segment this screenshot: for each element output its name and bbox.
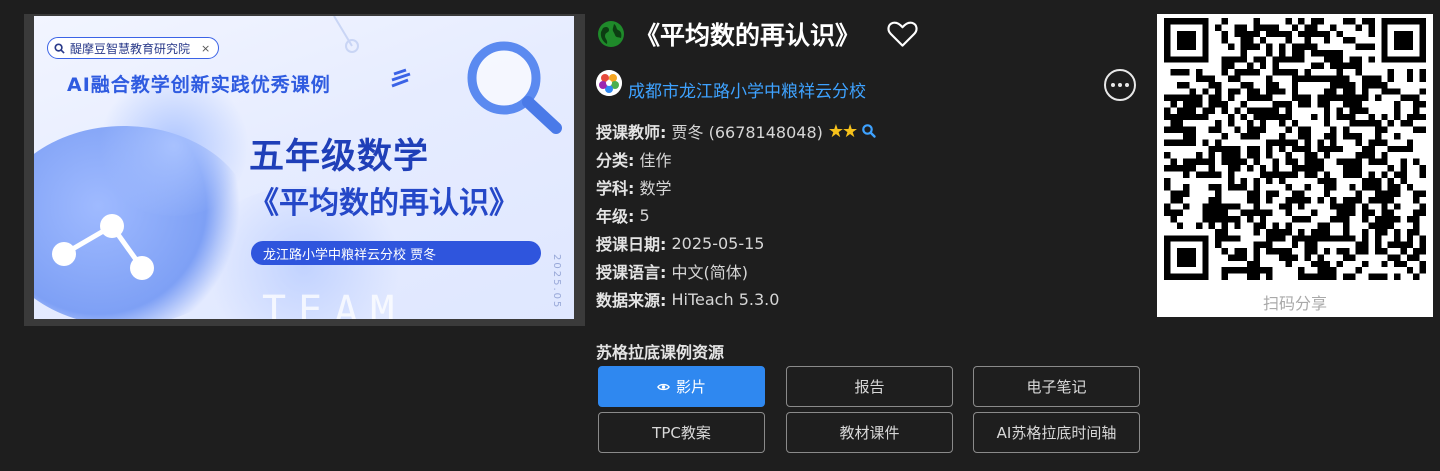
e-notes-button[interactable]: 电子笔记 bbox=[973, 366, 1140, 407]
qr-share-card: 扫码分享 bbox=[1157, 14, 1433, 317]
globe-icon bbox=[598, 21, 624, 47]
more-options-button[interactable] bbox=[1104, 69, 1136, 101]
more-icon bbox=[1111, 83, 1115, 87]
report-button-label: 报告 bbox=[854, 378, 885, 396]
thumbnail-subtitle: AI融合教学创新实践优秀课例 bbox=[67, 74, 331, 96]
school-avatar bbox=[596, 70, 622, 96]
grade-value: 5 bbox=[639, 205, 650, 225]
e-notes-button-label: 电子笔记 bbox=[1026, 378, 1087, 396]
resources-heading: 苏格拉底课例资源 bbox=[596, 343, 725, 362]
source-value: HiTeach 5.3.0 bbox=[671, 289, 780, 309]
info-subject: 学科: 数学 bbox=[596, 173, 877, 201]
info-date: 授课日期: 2025-05-15 bbox=[596, 229, 877, 257]
search-icon[interactable] bbox=[861, 123, 877, 139]
date-label: 授课日期: bbox=[596, 235, 667, 254]
subject-label: 学科: bbox=[596, 179, 635, 198]
thumbnail-title-line2: 《平均数的再认识》 bbox=[249, 186, 519, 221]
video-button-label: 影片 bbox=[675, 378, 706, 396]
close-icon: × bbox=[201, 41, 211, 55]
thumbnail-chip-text: 醍摩豆智慧教育研究院 bbox=[70, 41, 191, 56]
eye-icon bbox=[657, 383, 670, 390]
heart-icon[interactable] bbox=[887, 20, 918, 48]
category-value: 佳作 bbox=[639, 151, 672, 170]
info-category: 分类: 佳作 bbox=[596, 145, 877, 173]
lesson-thumbnail[interactable]: 醍摩豆智慧教育研究院 × AI融合教学创新实践优秀课例 五年级数学 《平均数的再… bbox=[34, 16, 574, 319]
ai-timeline-button-label: AI苏格拉底时间轴 bbox=[996, 424, 1117, 442]
grade-label: 年级: bbox=[596, 207, 635, 226]
language-value: 中文(简体) bbox=[671, 263, 749, 282]
info-teacher: 授课教师: 贾冬 (6678148048) ★★ bbox=[596, 117, 877, 145]
source-label: 数据来源: bbox=[596, 291, 667, 310]
qr-caption: 扫码分享 bbox=[1262, 294, 1327, 313]
video-button[interactable]: 影片 bbox=[598, 366, 765, 407]
thumbnail-date: 2025.05 bbox=[551, 254, 562, 310]
tpc-button-label: TPC教案 bbox=[652, 424, 711, 442]
language-label: 授课语言: bbox=[596, 263, 667, 282]
teacher-label: 授课教师: bbox=[596, 123, 667, 142]
thumbnail-title-line1: 五年级数学 bbox=[249, 137, 430, 177]
lesson-thumbnail-frame: 醍摩豆智慧教育研究院 × AI融合教学创新实践优秀课例 五年级数学 《平均数的再… bbox=[24, 14, 585, 326]
rating-stars: ★★ bbox=[827, 120, 858, 142]
school-link[interactable]: 成都市龙江路小学中粮祥云分校 bbox=[628, 77, 866, 102]
courseware-button-label: 教材课件 bbox=[839, 424, 900, 442]
info-language: 授课语言: 中文(简体) bbox=[596, 257, 877, 285]
ai-timeline-button[interactable]: AI苏格拉底时间轴 bbox=[973, 412, 1140, 453]
subject-value: 数学 bbox=[639, 179, 672, 198]
report-button[interactable]: 报告 bbox=[786, 366, 953, 407]
date-value: 2025-05-15 bbox=[671, 233, 765, 253]
lesson-info-list: 授课教师: 贾冬 (6678148048) ★★ 分类: 佳作 学科: 数学 年级… bbox=[596, 117, 877, 313]
search-icon bbox=[54, 42, 65, 54]
thumbnail-search-chip: 醍摩豆智慧教育研究院 × bbox=[47, 37, 220, 59]
lesson-detail-page: 醍摩豆智慧教育研究院 × AI融合教学创新实践优秀课例 五年级数学 《平均数的再… bbox=[0, 0, 1440, 471]
courseware-button[interactable]: 教材课件 bbox=[786, 412, 953, 453]
info-source: 数据来源: HiTeach 5.3.0 bbox=[596, 285, 877, 313]
qr-code[interactable] bbox=[1164, 17, 1426, 281]
lesson-title: 《平均数的再认识》 bbox=[635, 21, 861, 50]
teacher-value: 贾冬 (6678148048) bbox=[671, 123, 823, 142]
info-grade: 年级: 5 bbox=[596, 201, 877, 229]
thumbnail-watermark: TEAM MODEL bbox=[262, 288, 407, 319]
thumbnail-teacher-band: 龙江路小学中粮祥云分校 贾冬 bbox=[251, 241, 541, 265]
tpc-lesson-plan-button[interactable]: TPC教案 bbox=[598, 412, 765, 453]
category-label: 分类: bbox=[596, 151, 635, 170]
